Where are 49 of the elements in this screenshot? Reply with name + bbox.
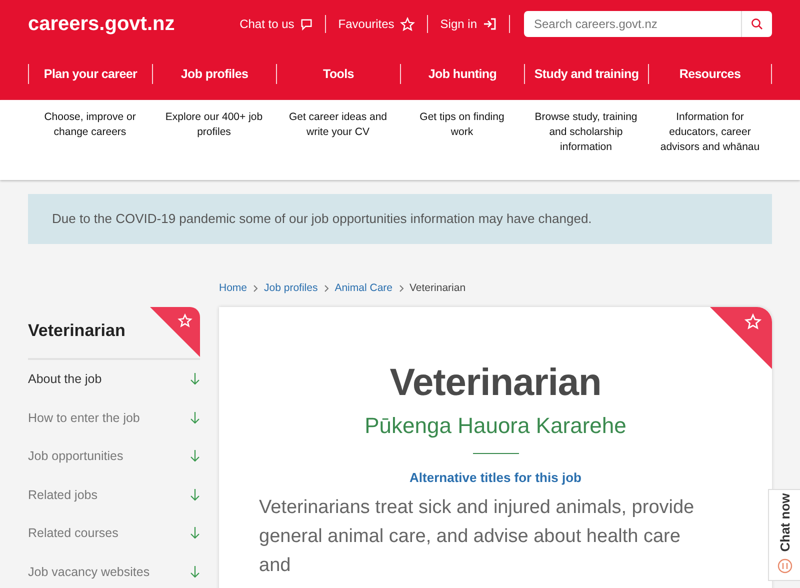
header-link[interactable]: Chat to us [238,17,316,31]
arrow-down-icon [190,373,200,386]
chat-now-tab[interactable]: Chat now [768,489,800,581]
nav-description: Choose, improve or change careers [43,110,137,140]
favourite-corner-icon[interactable] [710,307,772,369]
sidebar-item[interactable]: Related courses [28,514,200,552]
nav-menu-item[interactable]: Job profiles [152,64,276,84]
nav-menu-item[interactable]: Plan your career [28,64,152,84]
star-icon [400,16,416,32]
arrow-down-icon [190,488,200,501]
maori-job-title: Pūkenga Hauora Kararehe [364,413,628,439]
nav-description: Explore our 400+ job profiles [164,110,264,140]
notice-banner: Due to the COVID-19 pandemic some of our job opportunities information may have changed. [28,194,772,244]
nav-menu-item[interactable]: Tools [276,64,400,84]
header-link[interactable]: Favourites [336,16,418,32]
chevron-right-icon [398,284,404,292]
job-summary: Veterinarians treat sick and injured animals, provide general animal care, and advise about health care and [259,496,696,578]
sidebar-item[interactable]: About the job [28,360,200,398]
search-button[interactable] [741,11,772,37]
job-title: Veterinarian [388,362,602,405]
breadcrumb-link[interactable]: Job profiles [264,282,318,294]
sidebar-item[interactable]: Job vacancy websites [28,552,200,588]
breadcrumb-link[interactable]: Home [219,282,248,294]
search-field[interactable]: Search careers.govt.nz [524,11,741,37]
sidebar-item[interactable]: Job opportunities [28,437,200,476]
nav-menu-item[interactable]: Study and training [524,64,648,84]
nav-description: Information for educators, career advisors and whānau [659,110,761,155]
arrow-down-icon [190,412,200,424]
sidebar-title: Veterinarian [28,321,126,342]
sidebar-item[interactable]: Related jobs [28,476,200,514]
nav-menu-item[interactable]: Job hunting [400,64,524,84]
site-logo[interactable]: careers.govt.nz [28,12,175,36]
chevron-right-icon [324,284,329,292]
chevron-right-icon [253,284,258,292]
sign-in-icon [483,17,497,31]
breadcrumb-current-page: Veterinarian [410,282,466,294]
alternative-titles-link[interactable]: Alternative titles for this job [410,470,582,485]
arrow-down-icon [190,527,200,540]
search-icon [751,18,763,30]
arrow-down-icon [190,450,200,462]
nav-description: Browse study, training and scholarship information [534,110,638,155]
header-link[interactable]: Sign in [438,17,499,31]
nav-menu-item[interactable]: Resources [648,64,772,84]
favourite-corner-icon[interactable] [150,307,200,357]
breadcrumb-link[interactable]: Animal Care [334,282,392,294]
nav-description: Get tips on finding work [418,110,506,140]
arrow-down-icon [190,566,200,578]
sidebar-item[interactable]: How to enter the job [28,398,200,437]
nav-description: Get career ideas and write your CV [288,110,388,140]
